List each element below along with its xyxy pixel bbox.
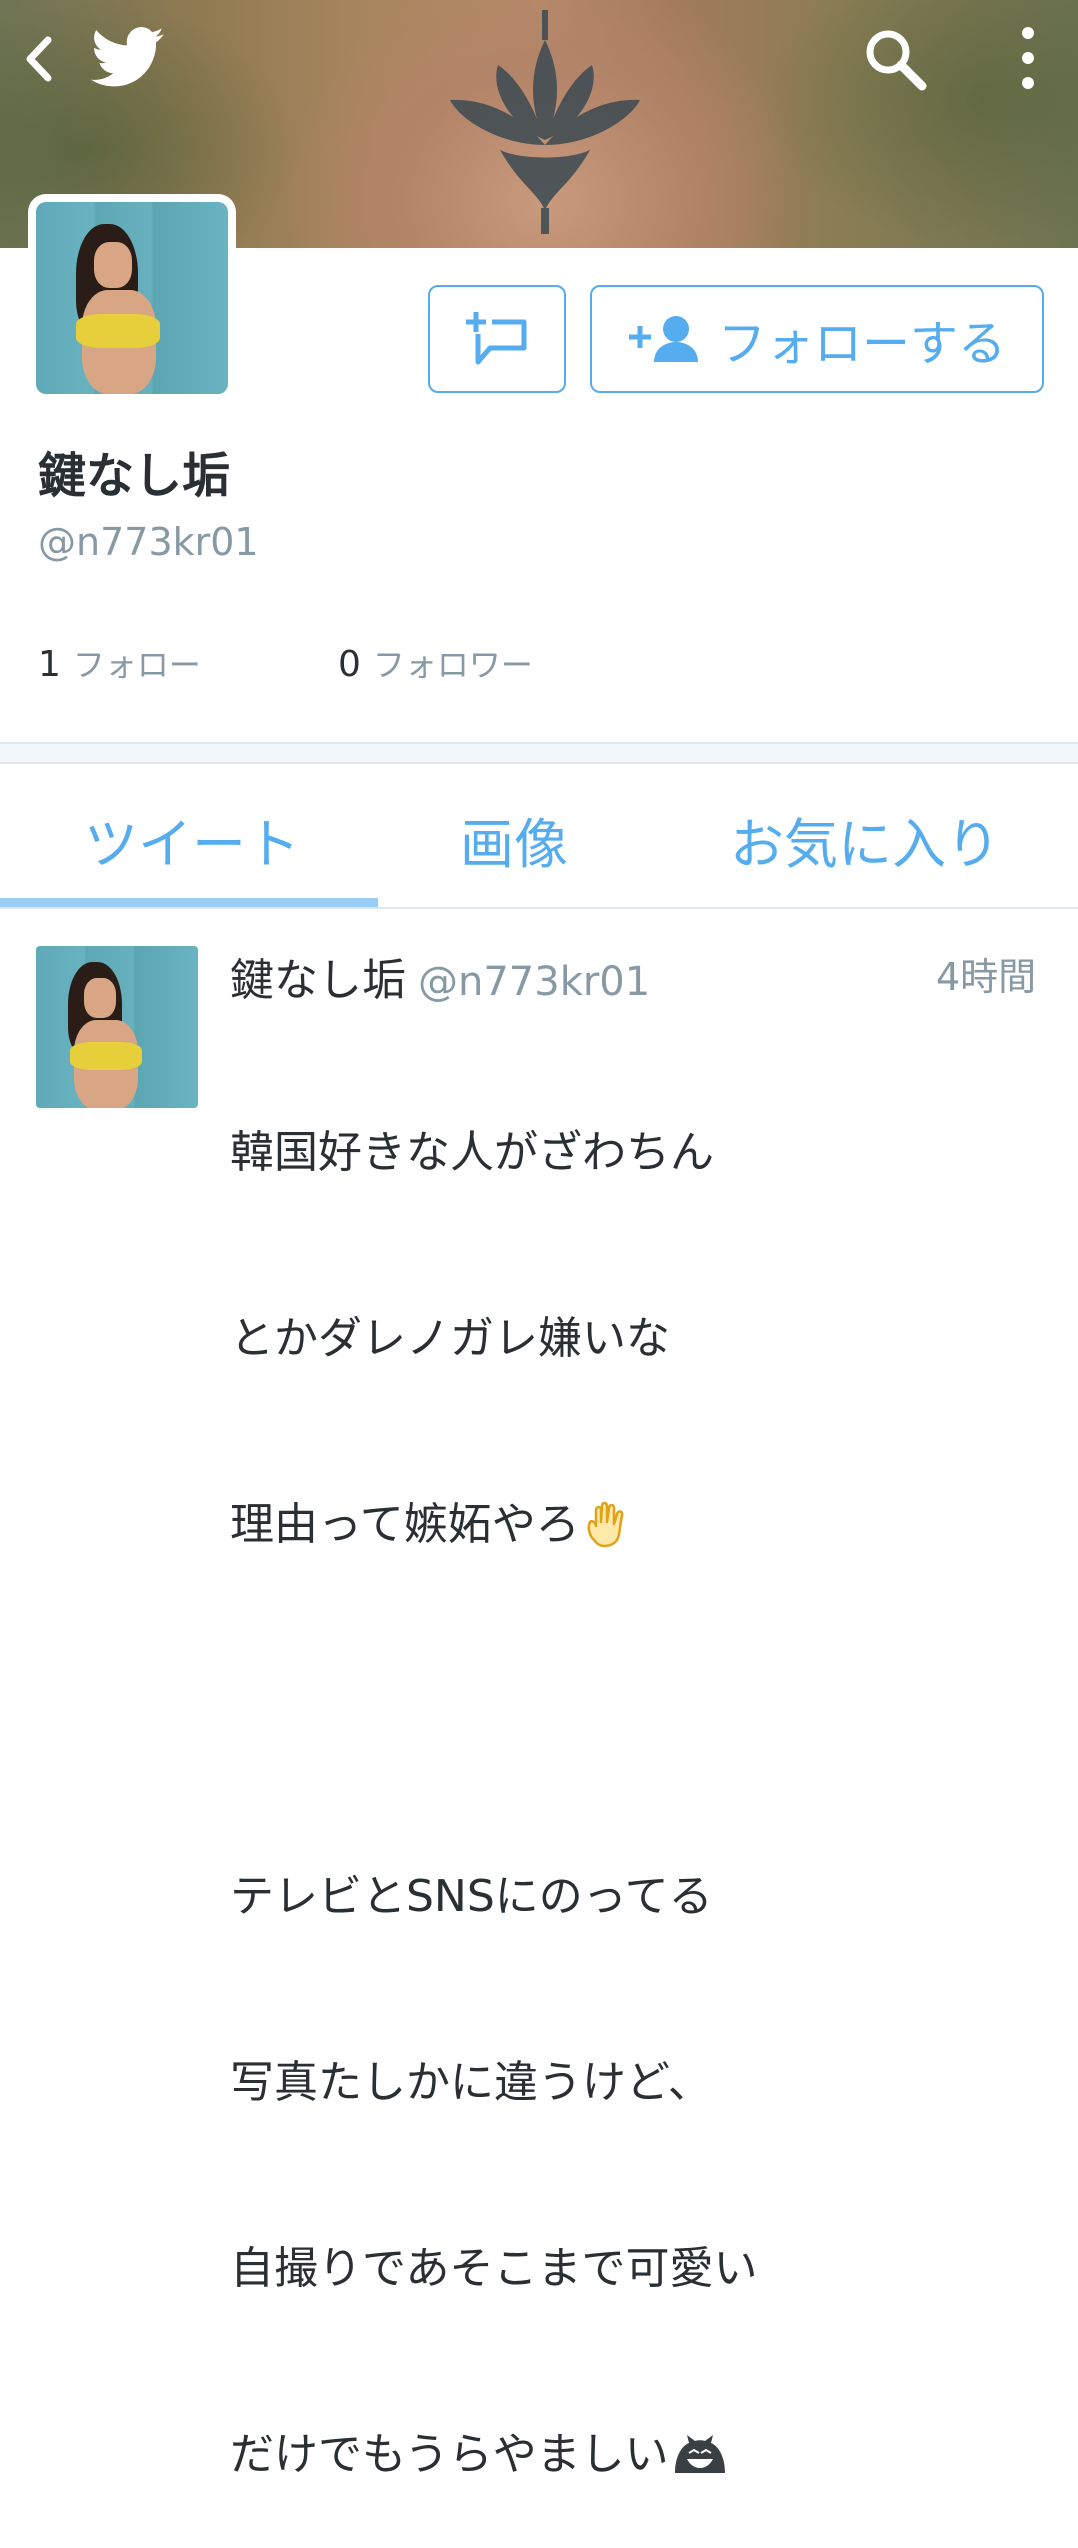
avatar-image xyxy=(36,202,228,394)
tweet-line: とかダレノガレ嫌いな xyxy=(230,1313,670,1364)
followers-label: フォロワー xyxy=(372,646,533,684)
tab-media[interactable]: 画像 xyxy=(460,800,568,879)
banner-tattoo-image xyxy=(450,10,640,234)
twitter-bird-icon xyxy=(91,27,164,87)
tweet-body: 韓国好きな人がざわちん とかダレノガレ嫌いな 理由って嫉妬やろ テレビとSNSに… xyxy=(230,998,1050,2548)
tweet-avatar-image xyxy=(36,946,198,1108)
back-button[interactable] xyxy=(18,34,58,84)
tweet-line: テレビとSNSにのってる xyxy=(230,1871,713,1922)
profile-name: 鍵なし垢 xyxy=(38,448,231,504)
follow-button[interactable]: フォローする xyxy=(590,285,1044,393)
tab-tweets[interactable]: ツイート xyxy=(84,800,300,879)
message-button[interactable] xyxy=(428,285,566,393)
following-count: 1 xyxy=(38,644,61,685)
profile-avatar[interactable] xyxy=(28,194,236,402)
tweet-line: 写真たしかに違うけど、 xyxy=(230,2057,712,2108)
followers-count: 0 xyxy=(338,644,361,685)
more-vert-icon xyxy=(1022,27,1034,89)
tab-bar-border xyxy=(0,907,1078,909)
add-user-icon xyxy=(628,316,698,362)
twitter-logo[interactable] xyxy=(90,26,166,90)
following-stat[interactable]: 1 フォロー xyxy=(38,640,201,686)
tweet-line: 自撮りであそこまで可愛い xyxy=(230,2243,758,2294)
grinning-cat-emoji-icon xyxy=(674,2435,725,2473)
tweet-timestamp[interactable]: 4時間 xyxy=(936,946,1036,1001)
tweet-line: 理由って嫉妬やろ xyxy=(230,1499,580,1550)
raised-hand-emoji-icon xyxy=(587,1501,624,1548)
tweet-avatar[interactable] xyxy=(36,946,198,1108)
direct-message-icon xyxy=(466,312,527,365)
profile-handle: @n773kr01 xyxy=(38,520,259,564)
section-divider xyxy=(0,742,1078,764)
search-icon xyxy=(866,30,927,91)
following-label: フォロー xyxy=(72,646,201,684)
tweet-line: 韓国好きな人がざわちん xyxy=(230,1127,714,1178)
follow-button-label: フォローする xyxy=(717,316,1006,372)
tweet-line: だけでもうらやましい xyxy=(230,2429,669,2480)
followers-stat[interactable]: 0 フォロワー xyxy=(338,640,533,686)
more-options-button[interactable] xyxy=(1008,22,1048,94)
chevron-left-icon xyxy=(26,36,52,82)
search-button[interactable] xyxy=(860,24,930,94)
tab-favorites[interactable]: お気に入り xyxy=(730,800,1000,879)
